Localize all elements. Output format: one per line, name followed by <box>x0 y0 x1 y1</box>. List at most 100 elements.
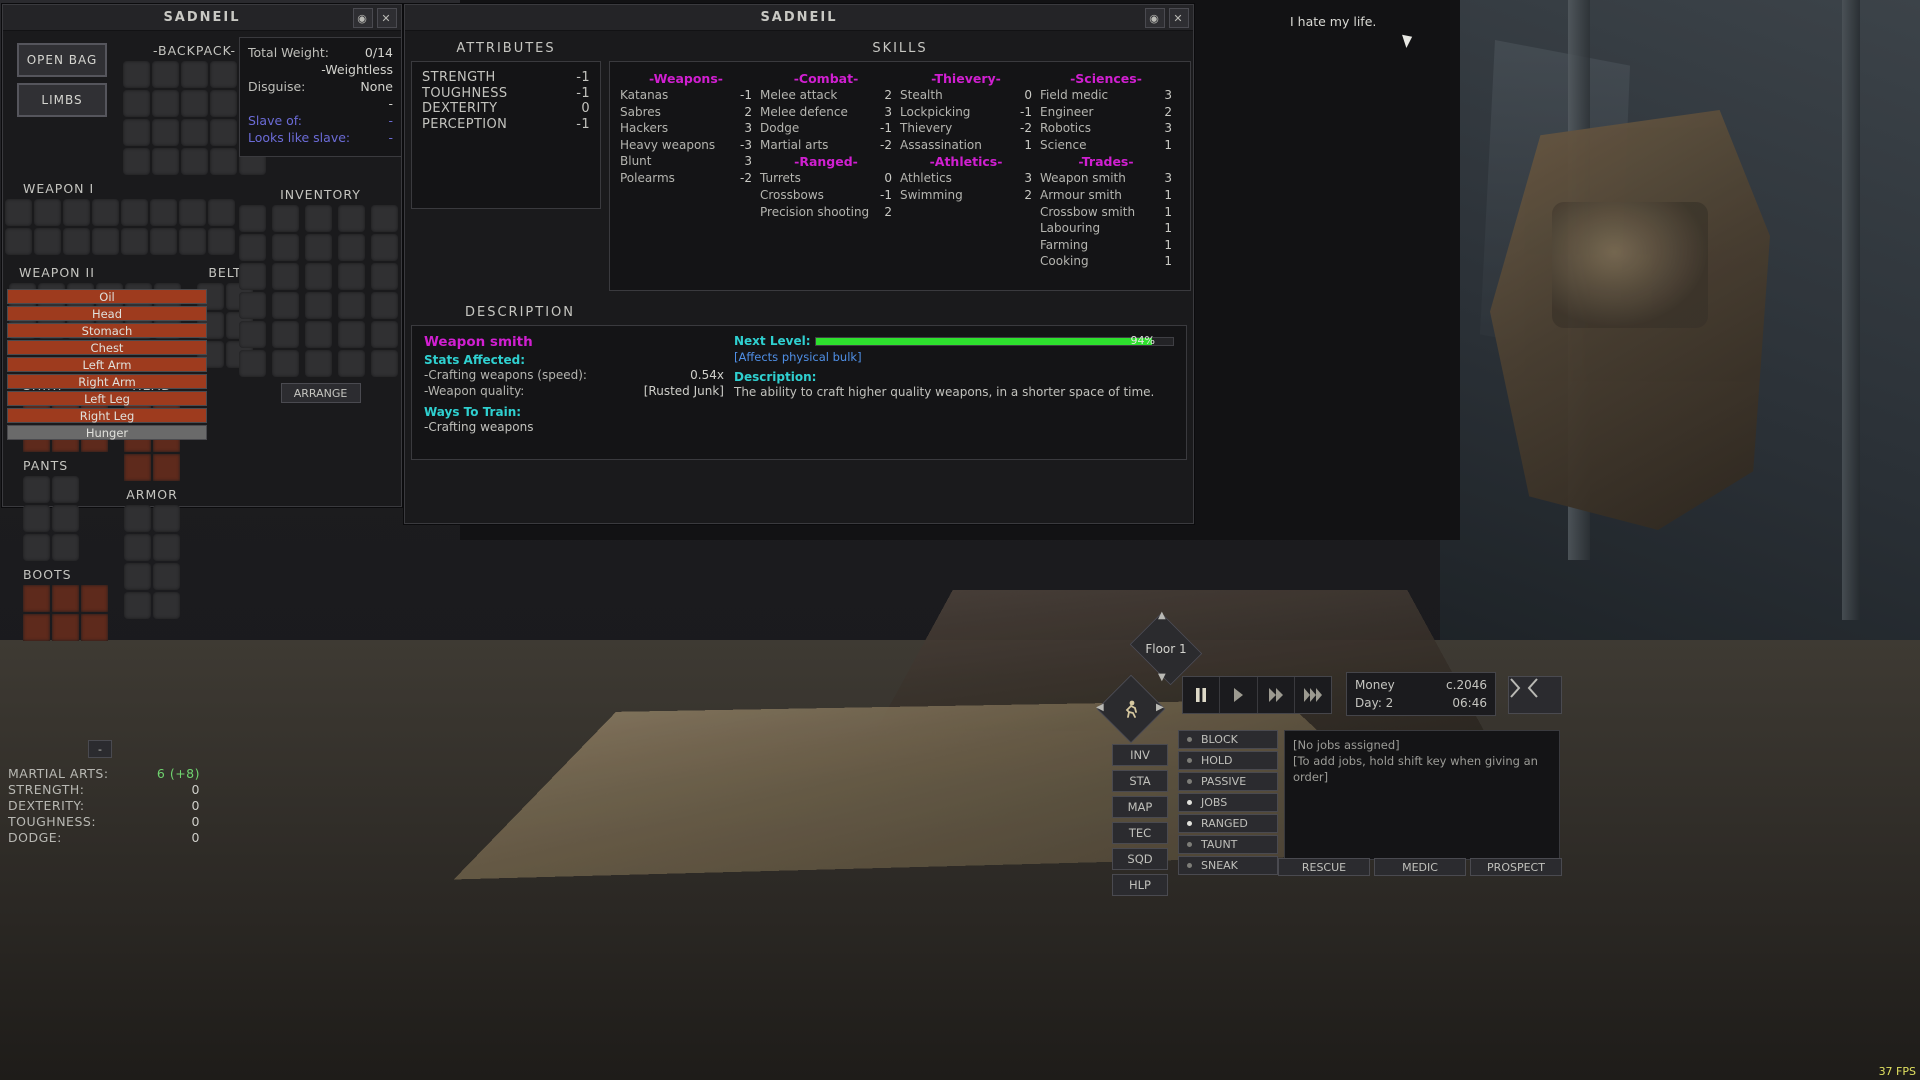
inventory-slot[interactable] <box>123 61 150 88</box>
skill-row[interactable]: Turrets 0 <box>760 170 892 187</box>
inventory-slot[interactable] <box>179 199 206 226</box>
limbs-button[interactable]: LIMBS <box>17 83 107 117</box>
inventory-slot[interactable] <box>239 205 266 232</box>
inventory-slot[interactable] <box>5 199 32 226</box>
inventory-slot[interactable] <box>305 292 332 319</box>
order-button-passive[interactable]: PASSIVE <box>1178 772 1278 791</box>
inventory-slot[interactable] <box>121 199 148 226</box>
inventory-slot[interactable] <box>150 199 177 226</box>
inventory-slot[interactable] <box>272 292 299 319</box>
chevron-up-icon[interactable]: ▲ <box>1158 610 1166 621</box>
skill-row[interactable]: Robotics 3 <box>1040 120 1172 137</box>
action-button-prospect[interactable]: PROSPECT <box>1470 858 1562 876</box>
inventory-slot[interactable] <box>23 614 50 641</box>
skill-row[interactable]: Armour smith 1 <box>1040 187 1172 204</box>
inventory-slot[interactable] <box>239 350 266 377</box>
command-button-map[interactable]: MAP <box>1112 796 1168 818</box>
inventory-slot[interactable] <box>52 476 79 503</box>
inventory-slot[interactable] <box>210 61 237 88</box>
jobs-panel[interactable]: [No jobs assigned] [To add jobs, hold sh… <box>1284 730 1560 860</box>
skills-window[interactable]: SADNEIL ◉ ✕ ATTRIBUTES STRENGTH -1 TOUGHNE… <box>404 4 1194 524</box>
skill-row[interactable]: Labouring 1 <box>1040 220 1172 237</box>
inventory-slot[interactable] <box>239 263 266 290</box>
inventory-slot[interactable] <box>124 534 151 561</box>
inventory-slot[interactable] <box>305 234 332 261</box>
inventory-slot[interactable] <box>23 476 50 503</box>
order-button-block[interactable]: BLOCK <box>1178 730 1278 749</box>
inventory-slot[interactable] <box>152 119 179 146</box>
fast-forward-button[interactable] <box>1258 677 1295 713</box>
inventory-slot[interactable] <box>208 228 235 255</box>
skill-row[interactable]: Weapon smith 3 <box>1040 170 1172 187</box>
inventory-slot[interactable] <box>153 563 180 590</box>
command-button-inv[interactable]: INV <box>1112 744 1168 766</box>
skill-row[interactable]: Polearms -2 <box>620 170 752 187</box>
command-button-hlp[interactable]: HLP <box>1112 874 1168 896</box>
chevron-right-icon[interactable]: ▶ <box>1156 702 1164 713</box>
inventory-slot[interactable] <box>272 321 299 348</box>
inventory-grid[interactable] <box>239 205 402 377</box>
pause-button[interactable] <box>1183 677 1221 713</box>
inventory-slot[interactable] <box>123 148 150 175</box>
inventory-slot[interactable] <box>305 321 332 348</box>
collapse-button[interactable]: - <box>88 740 112 758</box>
order-button-sneak[interactable]: SNEAK <box>1178 856 1278 875</box>
arrange-button[interactable]: ARRANGE <box>280 383 361 403</box>
inventory-slot[interactable] <box>153 592 180 619</box>
skill-row[interactable]: Athletics 3 <box>900 170 1032 187</box>
skill-row[interactable]: Precision shooting 2 <box>760 204 892 221</box>
inventory-slot[interactable] <box>123 90 150 117</box>
command-button-sta[interactable]: STA <box>1112 770 1168 792</box>
close-icon[interactable]: ✕ <box>377 8 397 28</box>
fastest-forward-button[interactable] <box>1295 677 1331 713</box>
settings-icon[interactable]: ◉ <box>353 8 373 28</box>
inventory-slot[interactable] <box>371 321 398 348</box>
inventory-slot[interactable] <box>152 61 179 88</box>
inventory-slot[interactable] <box>239 234 266 261</box>
command-button-sqd[interactable]: SQD <box>1112 848 1168 870</box>
inventory-slot[interactable] <box>81 614 108 641</box>
expand-hud-button[interactable] <box>1508 676 1562 714</box>
inventory-slot[interactable] <box>52 614 79 641</box>
skill-row[interactable]: Stealth 0 <box>900 87 1032 104</box>
inventory-slot[interactable] <box>121 228 148 255</box>
action-button-rescue[interactable]: RESCUE <box>1278 858 1370 876</box>
inventory-slot[interactable] <box>153 505 180 532</box>
play-button[interactable] <box>1220 677 1258 713</box>
close-icon[interactable]: ✕ <box>1169 8 1189 28</box>
skill-row[interactable]: Melee attack 2 <box>760 87 892 104</box>
skill-row[interactable]: Melee defence 3 <box>760 104 892 121</box>
inventory-slot[interactable] <box>5 228 32 255</box>
inventory-slot[interactable] <box>150 228 177 255</box>
inventory-slot[interactable] <box>153 534 180 561</box>
inventory-slot[interactable] <box>179 228 206 255</box>
inventory-slot[interactable] <box>338 350 365 377</box>
inventory-slot[interactable] <box>23 585 50 612</box>
skill-row[interactable]: Cooking 1 <box>1040 253 1172 270</box>
skill-row[interactable]: Dodge -1 <box>760 120 892 137</box>
skill-row[interactable]: Science 1 <box>1040 137 1172 154</box>
skill-row[interactable]: Assassination 1 <box>900 137 1032 154</box>
inventory-slot[interactable] <box>181 119 208 146</box>
skill-row[interactable]: Crossbow smith 1 <box>1040 204 1172 221</box>
skill-row[interactable]: Engineer 2 <box>1040 104 1172 121</box>
skills-box[interactable]: -Weapons- Katanas -1 Sabres 2 Hackers 3 Heavy w… <box>609 61 1191 291</box>
order-button-hold[interactable]: HOLD <box>1178 751 1278 770</box>
inventory-slot[interactable] <box>92 228 119 255</box>
armor-grid[interactable] <box>124 505 180 619</box>
inventory-slot[interactable] <box>305 263 332 290</box>
inventory-slot[interactable] <box>63 228 90 255</box>
order-button-ranged[interactable]: RANGED <box>1178 814 1278 833</box>
settings-icon[interactable]: ◉ <box>1145 8 1165 28</box>
skill-row[interactable]: Swimming 2 <box>900 187 1032 204</box>
command-button-tec[interactable]: TEC <box>1112 822 1168 844</box>
time-controls[interactable] <box>1182 676 1332 714</box>
inventory-slot[interactable] <box>239 292 266 319</box>
weapon1-grid[interactable] <box>5 199 235 255</box>
inventory-slot[interactable] <box>272 263 299 290</box>
inventory-slot[interactable] <box>371 205 398 232</box>
order-button-jobs[interactable]: JOBS <box>1178 793 1278 812</box>
order-button-taunt[interactable]: TAUNT <box>1178 835 1278 854</box>
inventory-slot[interactable] <box>124 505 151 532</box>
inventory-slot[interactable] <box>371 263 398 290</box>
